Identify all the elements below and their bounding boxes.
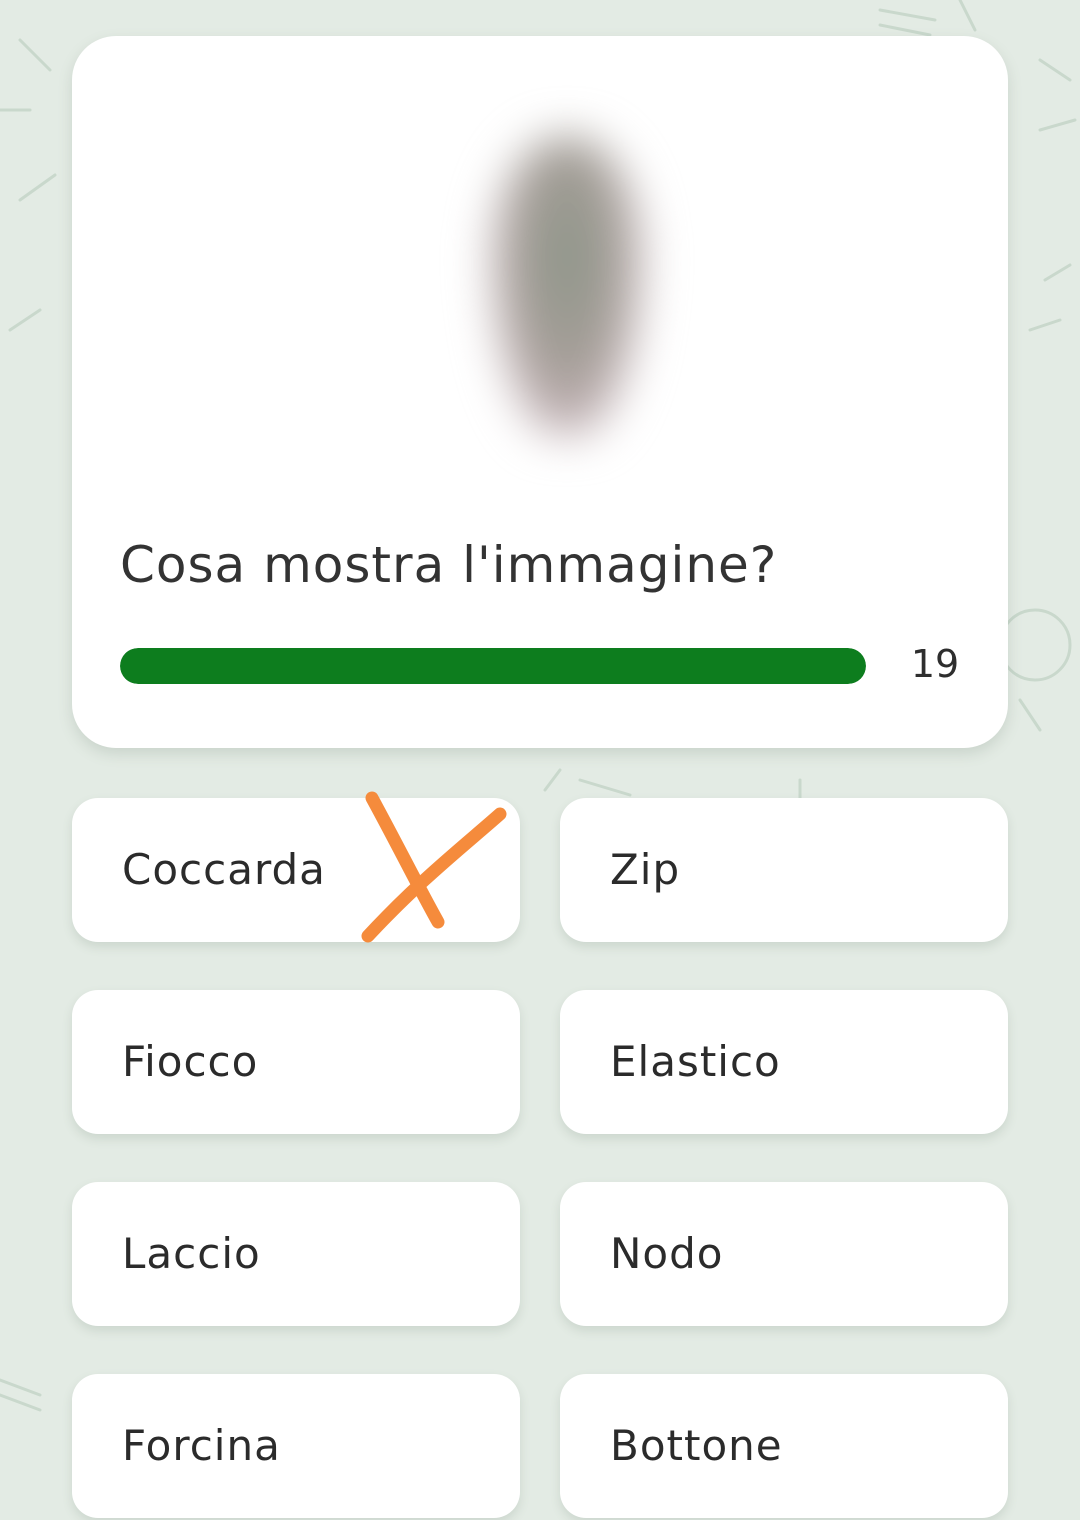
question-image [412, 96, 712, 476]
question-text: Cosa mostra l'immagine? [120, 536, 778, 594]
answer-label: Elastico [610, 1037, 781, 1086]
answer-label: Bottone [610, 1421, 783, 1470]
answer-label: Zip [610, 845, 681, 894]
answer-button[interactable]: Bottone [560, 1374, 1008, 1518]
answer-label: Fiocco [122, 1037, 259, 1086]
blurred-object-image [492, 136, 642, 436]
answer-button[interactable]: Elastico [560, 990, 1008, 1134]
answer-label: Coccarda [122, 845, 326, 894]
timer-progress-fill [120, 648, 866, 684]
answer-button[interactable]: Fiocco [72, 990, 520, 1134]
answer-button[interactable]: Zip [560, 798, 1008, 942]
answer-button[interactable]: Laccio [72, 1182, 520, 1326]
answer-button[interactable]: Nodo [560, 1182, 1008, 1326]
answer-label: Forcina [122, 1421, 281, 1470]
timer-count: 19 [910, 642, 960, 686]
answer-label: Nodo [610, 1229, 724, 1278]
x-mark-icon [361, 791, 507, 943]
timer-progress-bar [120, 648, 866, 684]
question-card: Cosa mostra l'immagine? 19 [72, 36, 1008, 748]
answer-button[interactable]: Forcina [72, 1374, 520, 1518]
answer-label: Laccio [122, 1229, 261, 1278]
